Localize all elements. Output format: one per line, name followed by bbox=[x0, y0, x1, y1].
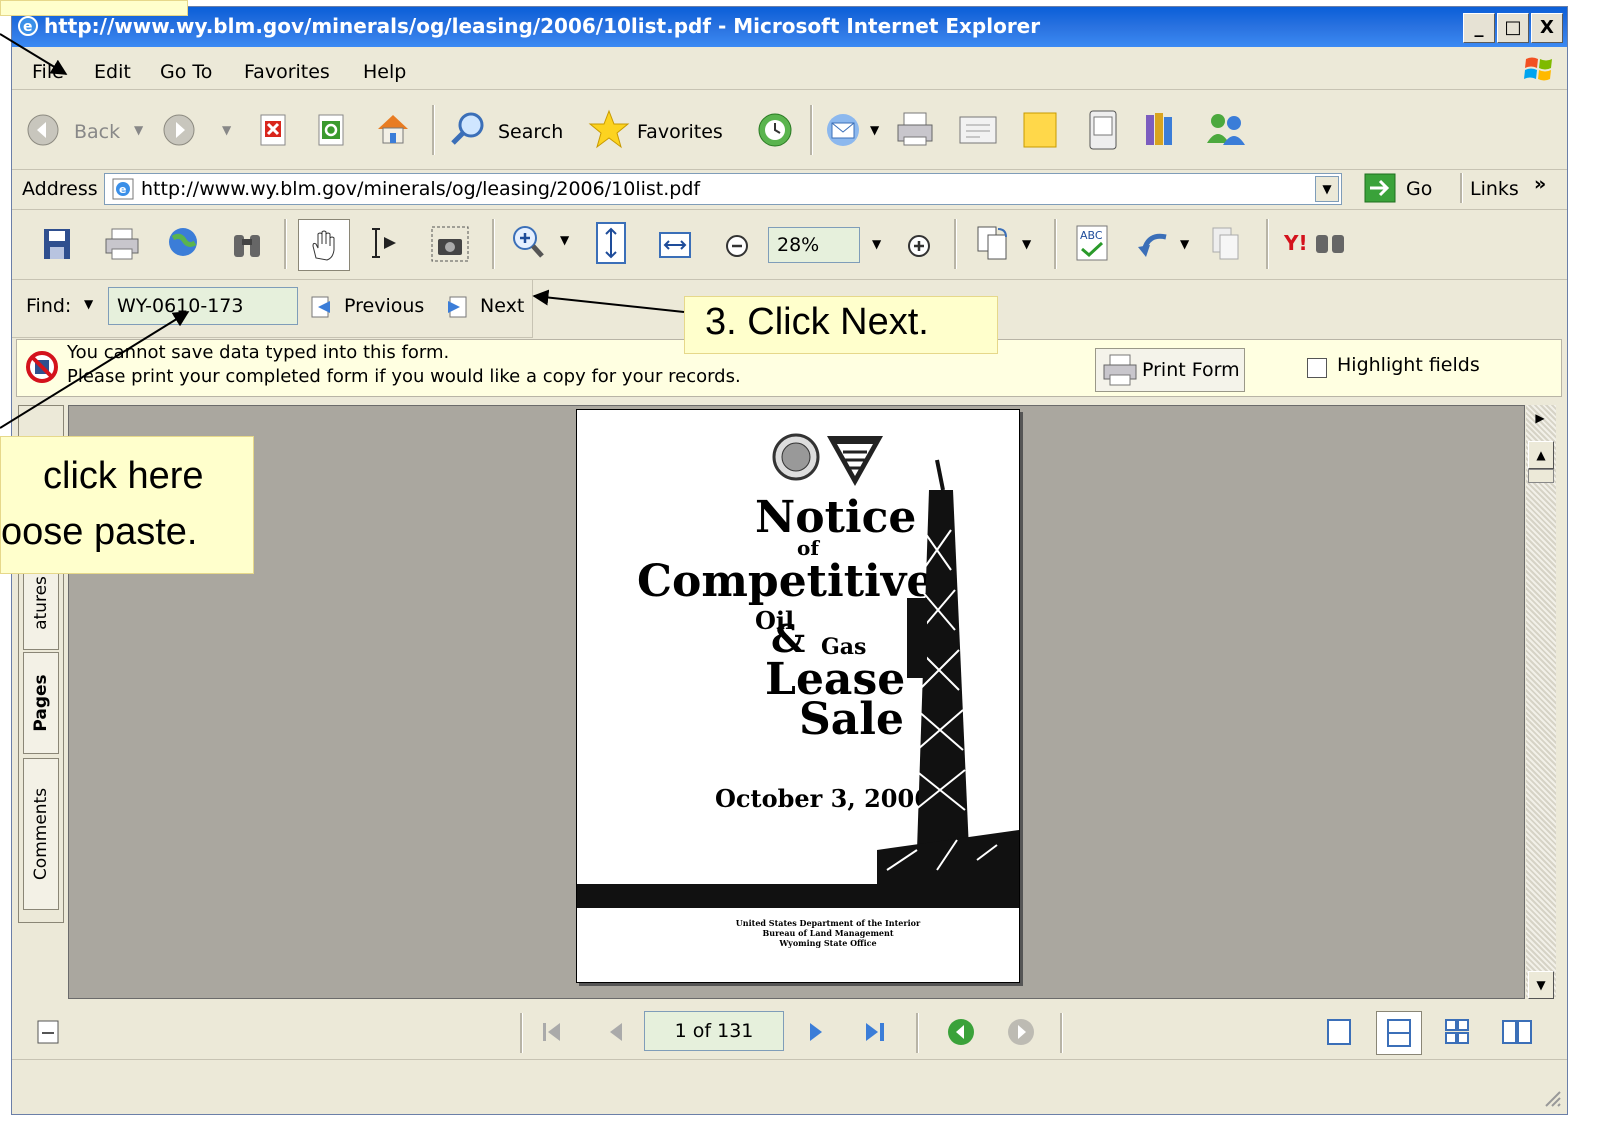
annotation-arrows bbox=[0, 33, 685, 429]
arrow-to-next-button bbox=[532, 289, 685, 313]
arrow-to-edit-menu bbox=[0, 33, 68, 75]
arrow-to-find-input bbox=[0, 311, 190, 429]
